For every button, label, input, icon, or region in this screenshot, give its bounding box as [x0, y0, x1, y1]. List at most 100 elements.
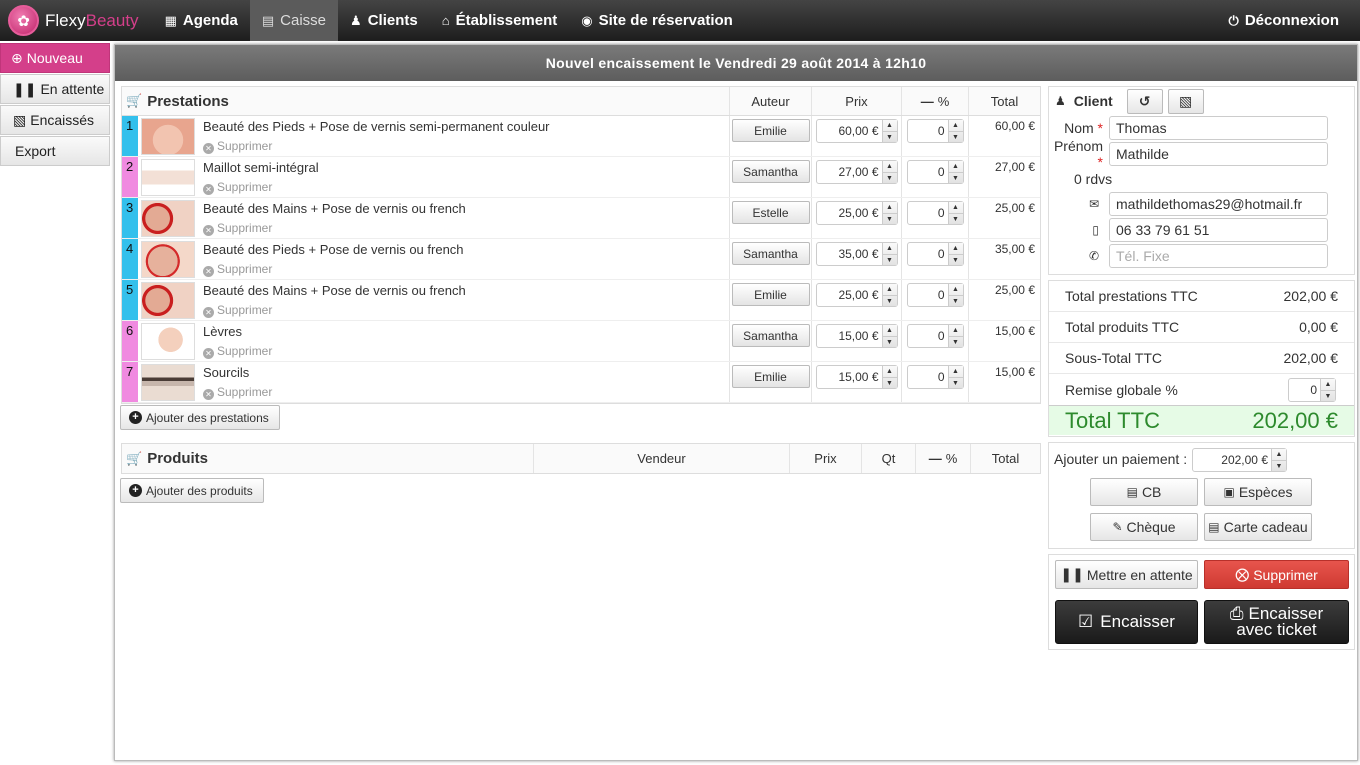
arrow-up-icon[interactable]: ▲ [882, 161, 897, 173]
prix-stepper[interactable]: 35,00 € ▲ ▼ [815, 242, 898, 266]
auteur-button[interactable]: Samantha [731, 160, 810, 183]
arrow-down-icon[interactable]: ▼ [883, 214, 897, 225]
payment-amount-stepper[interactable]: 202,00 € ▲ ▼ [1192, 448, 1287, 472]
reset-client-button[interactable]: ↺ [1126, 88, 1163, 114]
prix-stepper[interactable]: 15,00 € ▲ ▼ [815, 365, 898, 389]
prix-stepper[interactable]: 60,00 € ▲ ▼ [815, 119, 898, 143]
arrow-down-icon[interactable]: ▼ [1321, 391, 1335, 402]
logout-button[interactable]: ⏻ Déconnexion [1217, 0, 1360, 41]
arrow-down-icon[interactable]: ▼ [949, 378, 963, 389]
remise-stepper[interactable]: 0 ▲ ▼ [906, 365, 964, 389]
delete-link[interactable]: ✕ Supprimer [203, 180, 729, 195]
pay-cheque-button[interactable]: ✎ Chèque [1090, 513, 1198, 541]
sidebar-en-attente[interactable]: ❚❚ En attente [0, 74, 110, 104]
arrow-up-icon[interactable]: ▲ [1321, 379, 1335, 391]
remise-stepper[interactable]: 0 ▲ ▼ [906, 324, 964, 348]
remise-stepper[interactable]: 0 ▲ ▼ [906, 119, 964, 143]
remise-stepper[interactable]: 0 ▲ ▼ [906, 201, 964, 225]
remise-globale-stepper[interactable]: 0 ▲ ▼ [1288, 377, 1336, 402]
sidebar-nouveau[interactable]: ⊕ Nouveau [0, 43, 110, 73]
arrow-down-icon[interactable]: ▼ [883, 337, 897, 348]
arrow-down-icon[interactable]: ▼ [949, 255, 963, 266]
delete-link[interactable]: ✕ Supprimer [203, 221, 729, 236]
auteur-button[interactable]: Estelle [731, 201, 810, 224]
check-square-icon: ☑ [1078, 612, 1094, 631]
minus-icon: — [928, 451, 942, 466]
mettre-en-attente-button[interactable]: ❚❚ Mettre en attente [1055, 560, 1198, 589]
pay-cb-button[interactable]: ▤ CB [1090, 478, 1198, 506]
arrow-up-icon[interactable]: ▲ [948, 202, 963, 214]
client-book-button[interactable]: ▧ [1167, 88, 1204, 114]
arrow-up-icon[interactable]: ▲ [948, 325, 963, 337]
email-input[interactable]: mathildethomas29@hotmail.fr [1109, 192, 1328, 216]
arrow-down-icon[interactable]: ▼ [949, 214, 963, 225]
plus-icon: + [129, 411, 142, 424]
prix-stepper[interactable]: 25,00 € ▲ ▼ [815, 201, 898, 225]
delete-link[interactable]: ✕ Supprimer [203, 385, 729, 400]
prix-stepper[interactable]: 25,00 € ▲ ▼ [815, 283, 898, 307]
nav-caisse[interactable]: ▤ Caisse [249, 0, 339, 41]
add-produits-button[interactable]: + Ajouter des produits [120, 478, 264, 503]
arrow-up-icon[interactable]: ▲ [882, 366, 897, 378]
mobile-icon: ▯ [1092, 223, 1099, 237]
arrow-down-icon[interactable]: ▼ [883, 378, 897, 389]
delete-link[interactable]: ✕ Supprimer [203, 262, 729, 277]
arrow-down-icon[interactable]: ▼ [883, 173, 897, 184]
arrow-down-icon[interactable]: ▼ [883, 296, 897, 307]
add-prestations-button[interactable]: + Ajouter des prestations [120, 405, 280, 430]
logo[interactable]: ✿ FlexyBeauty [0, 0, 153, 41]
arrow-up-icon[interactable]: ▲ [882, 284, 897, 296]
arrow-down-icon[interactable]: ▼ [1272, 461, 1286, 472]
pay-carte-cadeau-button[interactable]: ▤ Carte cadeau [1204, 513, 1312, 541]
service-thumbnail [141, 241, 195, 278]
arrow-up-icon[interactable]: ▲ [948, 243, 963, 255]
auteur-button[interactable]: Samantha [731, 324, 810, 347]
encaisser-ticket-button[interactable]: ⎙ Encaisser avec ticket [1204, 600, 1349, 644]
arrow-down-icon[interactable]: ▼ [883, 132, 897, 143]
arrow-up-icon[interactable]: ▲ [882, 202, 897, 214]
encaisser-button[interactable]: ☑ Encaisser [1055, 600, 1198, 644]
nav-etablissement[interactable]: ⌂ Établissement [430, 0, 570, 41]
arrow-down-icon[interactable]: ▼ [883, 255, 897, 266]
arrow-down-icon[interactable]: ▼ [949, 132, 963, 143]
delete-link[interactable]: ✕ Supprimer [203, 303, 729, 318]
auteur-button[interactable]: Emilie [731, 365, 810, 388]
row-number: 2 [122, 157, 138, 197]
pay-especes-button[interactable]: ▣ Espèces [1204, 478, 1312, 506]
service-thumbnail [141, 118, 195, 155]
arrow-up-icon[interactable]: ▲ [948, 120, 963, 132]
auteur-button[interactable]: Emilie [731, 119, 810, 142]
prix-stepper[interactable]: 27,00 € ▲ ▼ [815, 160, 898, 184]
delete-link[interactable]: ✕ Supprimer [203, 344, 729, 359]
arrow-up-icon[interactable]: ▲ [1272, 449, 1286, 461]
arrow-up-icon[interactable]: ▲ [882, 120, 897, 132]
arrow-up-icon[interactable]: ▲ [948, 284, 963, 296]
mobile-input[interactable]: 06 33 79 61 51 [1109, 218, 1328, 242]
arrow-up-icon[interactable]: ▲ [948, 161, 963, 173]
remise-stepper[interactable]: 0 ▲ ▼ [906, 160, 964, 184]
prix-stepper[interactable]: 15,00 € ▲ ▼ [815, 324, 898, 348]
supprimer-button[interactable]: ⨂ Supprimer [1204, 560, 1349, 589]
prenom-input[interactable]: Mathilde [1109, 142, 1328, 166]
arrow-up-icon[interactable]: ▲ [948, 366, 963, 378]
auteur-button[interactable]: Samantha [731, 242, 810, 265]
remise-stepper[interactable]: 0 ▲ ▼ [906, 242, 964, 266]
delete-link[interactable]: ✕ Supprimer [203, 139, 729, 154]
tel-fixe-input[interactable]: Tél. Fixe [1109, 244, 1328, 268]
arrow-down-icon[interactable]: ▼ [949, 173, 963, 184]
service-thumbnail [141, 323, 195, 360]
nav-clients[interactable]: ♟ Clients [338, 0, 430, 41]
sidebar-encaisses[interactable]: ▧ Encaissés [0, 105, 110, 135]
nom-input[interactable]: Thomas [1109, 116, 1328, 140]
remise-stepper[interactable]: 0 ▲ ▼ [906, 283, 964, 307]
nav-reservation[interactable]: ◉ Site de réservation [569, 0, 745, 41]
nav-agenda[interactable]: ▦ Agenda [153, 0, 250, 41]
auteur-button[interactable]: Emilie [731, 283, 810, 306]
service-name: Sourcils [203, 365, 250, 380]
arrow-down-icon[interactable]: ▼ [949, 337, 963, 348]
arrow-down-icon[interactable]: ▼ [949, 296, 963, 307]
arrow-up-icon[interactable]: ▲ [882, 243, 897, 255]
arrow-up-icon[interactable]: ▲ [882, 325, 897, 337]
sidebar-export[interactable]: Export [0, 136, 110, 166]
times-circle-icon: ✕ [203, 225, 214, 236]
